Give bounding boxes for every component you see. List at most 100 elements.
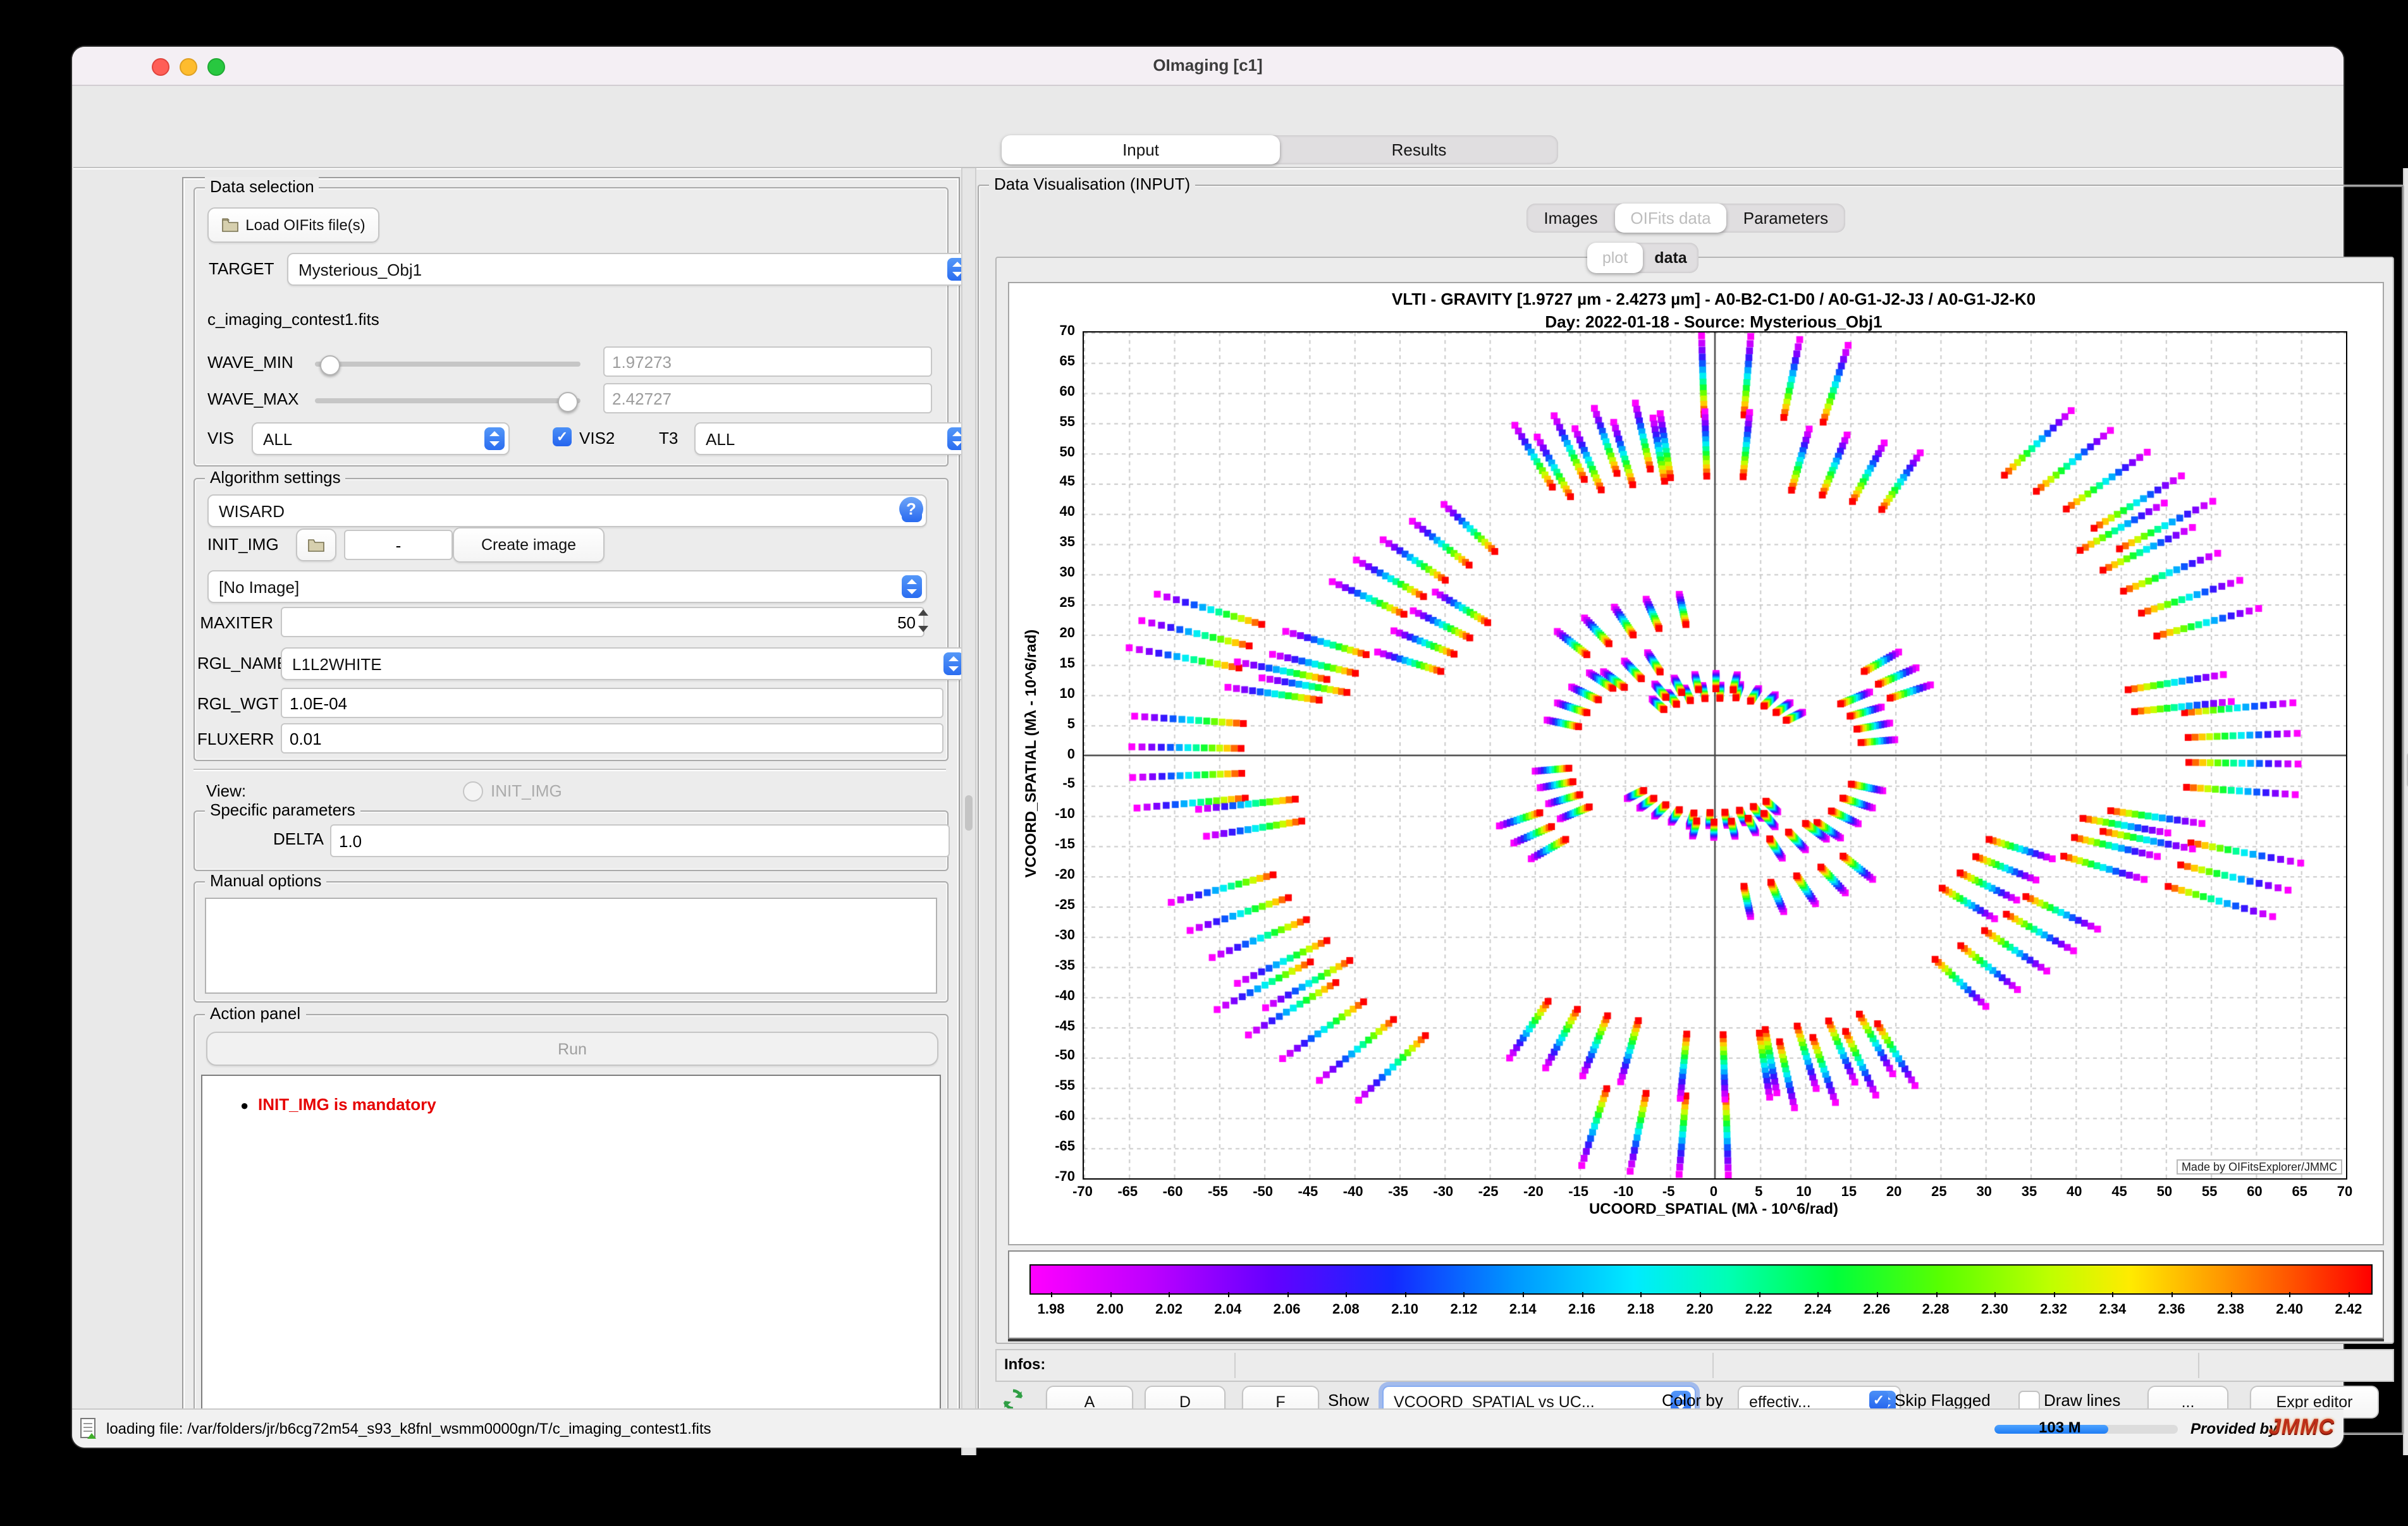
spinner-down-icon[interactable] xyxy=(918,626,928,632)
x-tick-label: -35 xyxy=(1388,1185,1408,1200)
init-img-folder-button[interactable] xyxy=(296,528,336,561)
wave-max-slider[interactable] xyxy=(315,398,580,403)
x-tick-label: 35 xyxy=(2022,1185,2037,1200)
tab-results[interactable]: Results xyxy=(1280,135,1558,164)
action-panel-title: Action panel xyxy=(205,1004,305,1023)
uv-plot-canvas[interactable] xyxy=(1084,333,2346,1178)
y-tick-label: 0 xyxy=(1067,747,1075,762)
colorbar-tick-mark xyxy=(1582,1292,1583,1297)
wave-min-slider[interactable] xyxy=(315,362,580,367)
skip-flagged-checkbox[interactable]: ✓ xyxy=(1869,1391,1888,1410)
wave-min-field[interactable]: 1.97273 xyxy=(603,346,932,377)
run-button[interactable]: Run xyxy=(206,1032,938,1066)
t3-select[interactable]: ALL xyxy=(694,422,973,455)
maxiter-field[interactable]: 50 xyxy=(281,607,924,637)
colorbar-tick-label: 2.22 xyxy=(1745,1302,1772,1317)
title-bar[interactable]: OImaging [c1] xyxy=(72,47,2344,86)
y-tick-label: -55 xyxy=(1055,1079,1075,1094)
target-select[interactable]: Mysterious_Obj1 xyxy=(287,253,973,286)
wave-max-value: 2.42727 xyxy=(612,389,672,408)
colorbar-tick-mark xyxy=(2290,1292,2291,1297)
create-image-button[interactable]: Create image xyxy=(453,527,605,563)
x-tick-label: -65 xyxy=(1117,1185,1138,1200)
x-tick-label: -20 xyxy=(1523,1185,1544,1200)
y-tick-label: 40 xyxy=(1060,505,1076,520)
show-label: Show xyxy=(1328,1391,1369,1410)
provided-by-label: Provided by xyxy=(2190,1420,2277,1437)
colorbar-tick-label: 2.02 xyxy=(1155,1302,1182,1317)
init-img-value: - xyxy=(396,535,402,554)
colorbar-tick-mark xyxy=(1936,1292,1937,1297)
spinner-up-icon[interactable] xyxy=(918,609,928,616)
colorbar-tick-mark xyxy=(2230,1292,2232,1297)
x-tick-label: -10 xyxy=(1614,1185,1634,1200)
colorbar-tick-mark xyxy=(1877,1292,1878,1297)
init-image-value: [No Image] xyxy=(219,577,299,596)
tab-input[interactable]: Input xyxy=(1002,135,1280,164)
window-title: OImaging [c1] xyxy=(72,56,2344,75)
split-divider-handle[interactable] xyxy=(965,795,973,831)
wave-max-field[interactable]: 2.42727 xyxy=(603,383,932,413)
wave-min-value: 1.97273 xyxy=(612,352,672,371)
wave-max-slider-thumb[interactable] xyxy=(558,392,578,412)
x-tick-label: 40 xyxy=(2067,1185,2082,1200)
progress-bar xyxy=(1994,1425,2178,1434)
jmmc-logo: JMMC xyxy=(2269,1415,2335,1440)
tab-images[interactable]: Images xyxy=(1526,204,1615,233)
colorbar-tick-mark xyxy=(1523,1292,1524,1297)
tab-data[interactable]: data xyxy=(1643,243,1698,273)
plot-watermark: Made by OIFitsExplorer/JMMC xyxy=(2177,1159,2342,1175)
y-tick-label: -20 xyxy=(1055,867,1075,882)
error-message: INIT_IMG is mandatory xyxy=(258,1095,436,1114)
init-image-select[interactable]: [No Image] xyxy=(207,570,927,603)
x-tick-label: -55 xyxy=(1208,1185,1228,1200)
tab-oifits-data[interactable]: OIFits data xyxy=(1615,204,1726,233)
colorbar-tick-mark xyxy=(1287,1292,1288,1297)
colorbar-tick-label: 2.00 xyxy=(1096,1302,1124,1317)
colorbar-tick-label: 2.10 xyxy=(1391,1302,1418,1317)
tab-parameters[interactable]: Parameters xyxy=(1726,204,1845,233)
y-tick-label: 30 xyxy=(1060,565,1076,580)
init-img-radio[interactable] xyxy=(463,781,483,802)
app-window: OImaging [c1] Input Results Data selecti… xyxy=(72,47,2344,1448)
fluxerr-field[interactable]: 0.01 xyxy=(281,723,943,754)
wave-max-label: WAVE_MAX xyxy=(207,389,299,408)
plot-data-tab-bar: plot data xyxy=(1587,243,1698,273)
chevron-up-down-icon xyxy=(902,575,922,598)
action-log: ● INIT_IMG is mandatory xyxy=(201,1075,941,1431)
manual-options-textarea[interactable] xyxy=(205,898,937,994)
colorbar-tick-label: 2.42 xyxy=(2335,1302,2362,1317)
colorbar-tick-label: 2.36 xyxy=(2158,1302,2185,1317)
delta-field[interactable]: 1.0 xyxy=(330,824,950,857)
colorbar-tick-mark xyxy=(1994,1292,1996,1297)
load-oifits-button[interactable]: Load OIFits file(s) xyxy=(207,207,379,243)
vis-select[interactable]: ALL xyxy=(252,422,510,455)
y-tick-label: -45 xyxy=(1055,1018,1075,1034)
algorithm-value: WISARD xyxy=(219,501,285,520)
x-tick-label: 50 xyxy=(2157,1185,2173,1200)
specific-parameters-group: Specific parameters DELTA 1.0 xyxy=(194,810,949,871)
loading-file-icon xyxy=(80,1417,99,1446)
draw-lines-label: Draw lines xyxy=(2044,1391,2120,1410)
maxiter-spinner[interactable] xyxy=(918,607,931,635)
tab-plot[interactable]: plot xyxy=(1587,243,1643,273)
y-tick-label: 65 xyxy=(1060,354,1076,369)
x-tick-label: -50 xyxy=(1253,1185,1273,1200)
rgl-name-select[interactable]: L1L2WHITE xyxy=(281,647,969,680)
action-panel-group: Action panel Run ● INIT_IMG is mandatory xyxy=(194,1014,949,1439)
wave-min-slider-thumb[interactable] xyxy=(320,355,340,375)
help-icon[interactable]: ? xyxy=(899,497,923,521)
colorbar-tick-label: 2.20 xyxy=(1686,1302,1714,1317)
y-tick-label: 25 xyxy=(1060,595,1076,611)
main-tab-bar: Input Results xyxy=(1002,135,1558,164)
run-button-label: Run xyxy=(558,1040,587,1058)
split-divider[interactable] xyxy=(961,168,976,1455)
algorithm-select[interactable]: WISARD xyxy=(207,494,927,527)
vis2-checkbox[interactable]: ✓ xyxy=(553,427,572,446)
rgl-wgt-field[interactable]: 1.0E-04 xyxy=(281,688,943,718)
x-axis-title: UCOORD_SPATIAL (Mλ - 10^6/rad) xyxy=(1589,1200,1838,1218)
rgl-name-value: L1L2WHITE xyxy=(292,654,382,673)
init-img-field[interactable]: - xyxy=(344,530,453,560)
colorbar-tick-mark xyxy=(1641,1292,1642,1297)
refresh-icon[interactable] xyxy=(1002,1388,1024,1411)
